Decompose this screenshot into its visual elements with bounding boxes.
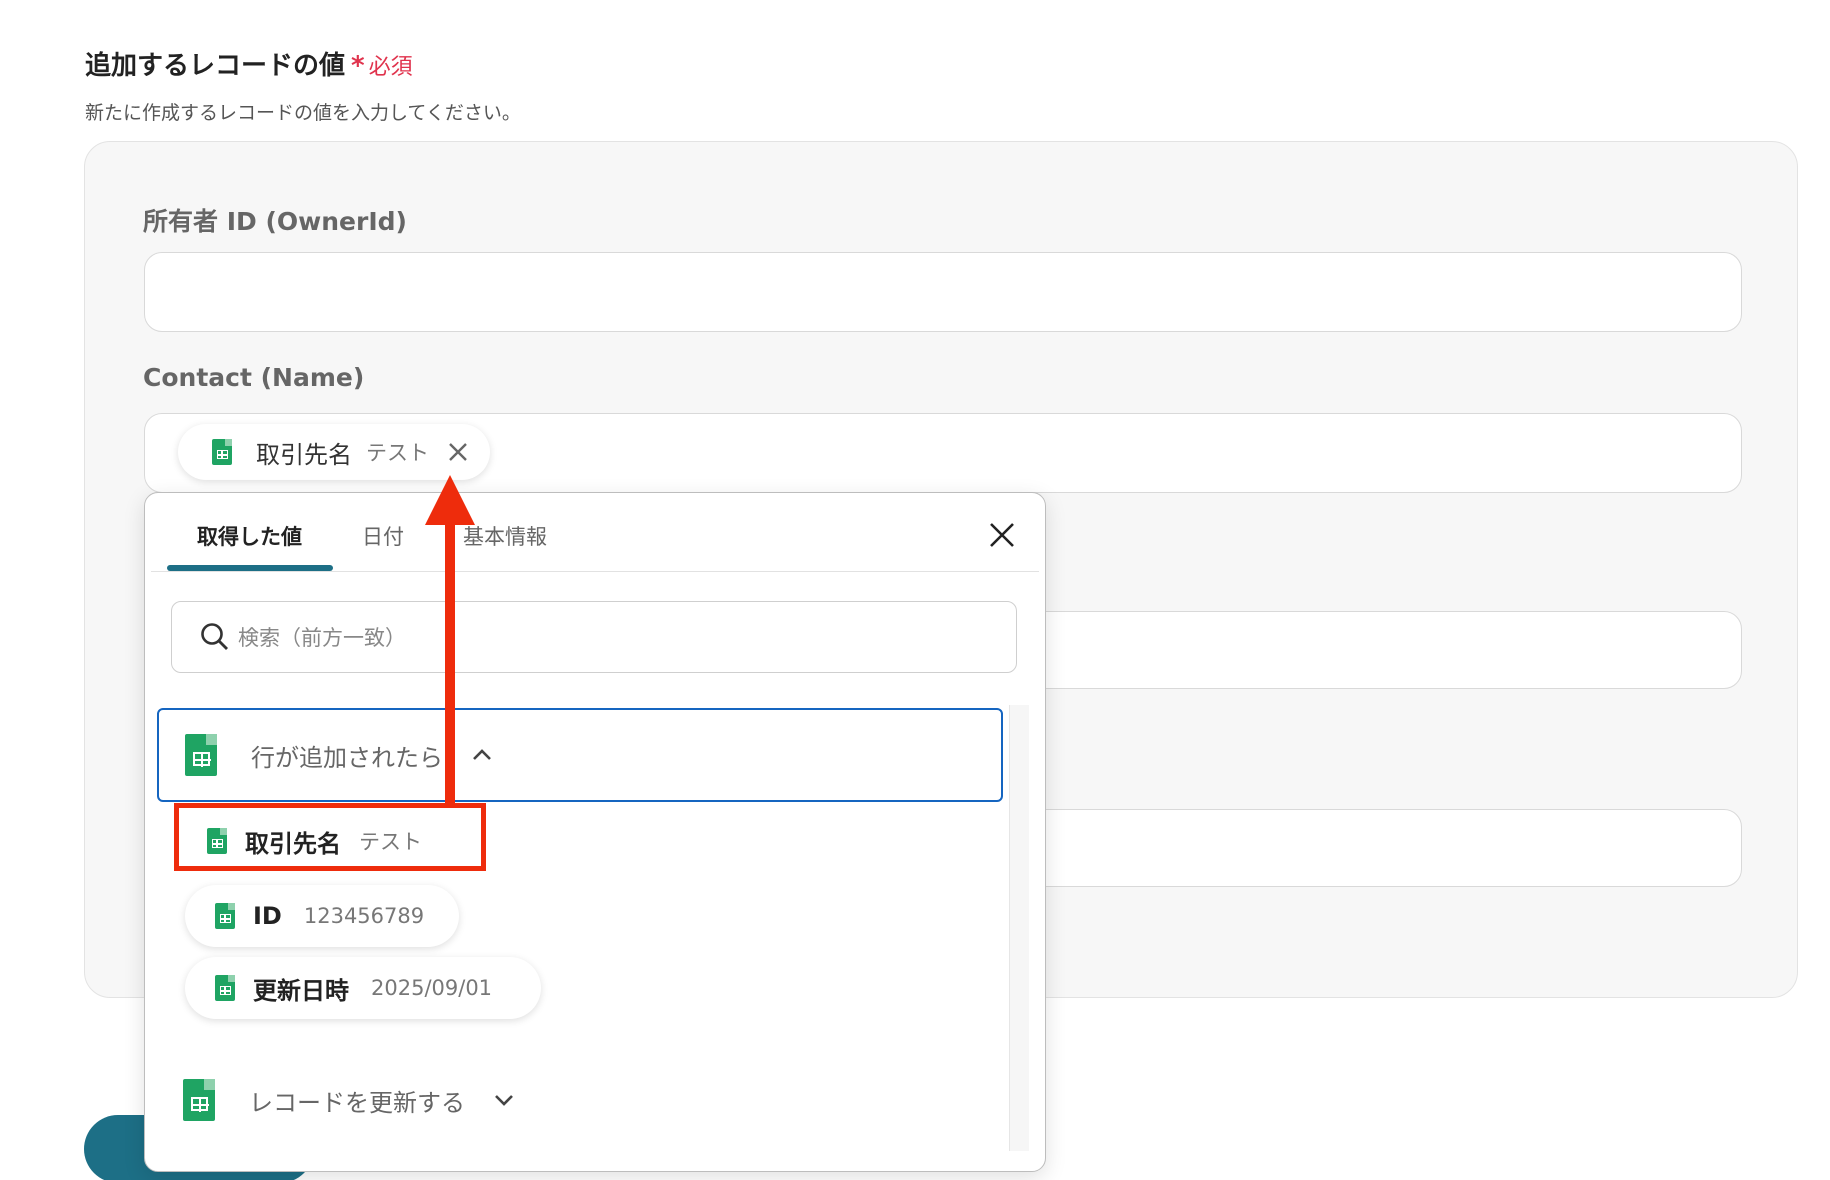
group-update-record[interactable]: レコードを更新する: [183, 1075, 515, 1125]
owner-id-label: 所有者 ID (OwnerId): [143, 207, 407, 236]
scrollbar[interactable]: [1009, 705, 1029, 1151]
tab-acquired-values[interactable]: 取得した値: [197, 521, 302, 551]
item-value: 123456789: [303, 904, 425, 928]
group-label: レコードを更新する: [249, 1088, 465, 1117]
google-sheets-icon: [215, 975, 235, 1001]
chip-value: テスト: [366, 441, 429, 465]
annotation-highlight-box: [174, 803, 486, 871]
required-star: *: [351, 51, 365, 81]
required-label: 必須: [368, 55, 413, 80]
section-title-text: 追加するレコードの値: [85, 51, 346, 81]
close-icon[interactable]: [447, 441, 469, 463]
item-value: 2025/09/01: [371, 976, 493, 1000]
search-icon: [201, 623, 228, 650]
list-item-id[interactable]: ID 123456789: [185, 885, 459, 947]
chevron-down-icon: [495, 1095, 513, 1106]
item-key: ID: [253, 902, 282, 930]
group-label: 行が追加されたら: [251, 743, 443, 772]
tab-divider: [151, 571, 1039, 572]
section-title: 追加するレコードの値 * 必須: [85, 45, 413, 82]
owner-id-input[interactable]: [144, 252, 1742, 332]
google-sheets-icon: [215, 903, 235, 929]
group-row-added[interactable]: 行が追加されたら: [157, 708, 1003, 802]
item-key: 更新日時: [253, 976, 349, 1005]
list-item-updated-at[interactable]: 更新日時 2025/09/01: [185, 957, 541, 1019]
close-icon[interactable]: [988, 521, 1016, 549]
google-sheets-icon: [212, 439, 232, 465]
contact-value-chip[interactable]: 取引先名 テスト: [178, 424, 490, 480]
chevron-up-icon: [473, 749, 491, 760]
contact-name-label: Contact (Name): [143, 363, 365, 392]
google-sheets-icon: [183, 1079, 215, 1121]
search-placeholder: 検索（前方一致）: [238, 626, 406, 650]
google-sheets-icon: [185, 734, 217, 776]
search-input[interactable]: 検索（前方一致）: [171, 601, 1017, 673]
tab-date[interactable]: 日付: [362, 521, 404, 551]
annotation-arrow-shaft: [445, 520, 455, 805]
chip-key: 取引先名: [256, 440, 352, 469]
section-description: 新たに作成するレコードの値を入力してください。: [85, 102, 521, 124]
annotation-arrow-head: [425, 475, 475, 525]
tab-basic-info[interactable]: 基本情報: [463, 521, 547, 551]
